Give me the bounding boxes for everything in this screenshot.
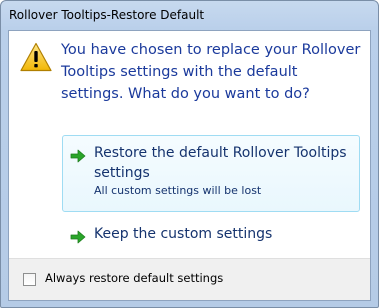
dialog-footer: Always restore default settings [9, 258, 370, 300]
keep-custom-label: Keep the custom settings [94, 226, 273, 242]
restore-defaults-option[interactable]: Restore the default Rollover Tooltips se… [62, 135, 360, 212]
dialog-window: Rollover Tooltips-Restore Default You ha… [0, 0, 379, 308]
always-restore-label[interactable]: Always restore default settings [45, 271, 223, 285]
window-title: Rollover Tooltips-Restore Default [9, 8, 205, 22]
always-restore-checkbox[interactable] [23, 273, 36, 286]
green-arrow-icon [70, 229, 86, 244]
restore-defaults-label: Restore the default Rollover Tooltips se… [94, 145, 347, 181]
warning-icon [20, 42, 52, 72]
restore-defaults-note: All custom settings will be lost [94, 184, 262, 197]
main-instruction: You have chosen to replace your Rollover… [61, 42, 361, 102]
keep-custom-option[interactable]: Keep the custom settings [62, 220, 360, 250]
green-arrow-icon [70, 148, 86, 163]
dialog-content: You have chosen to replace your Rollover… [8, 30, 371, 301]
title-bar[interactable]: Rollover Tooltips-Restore Default [1, 1, 378, 30]
